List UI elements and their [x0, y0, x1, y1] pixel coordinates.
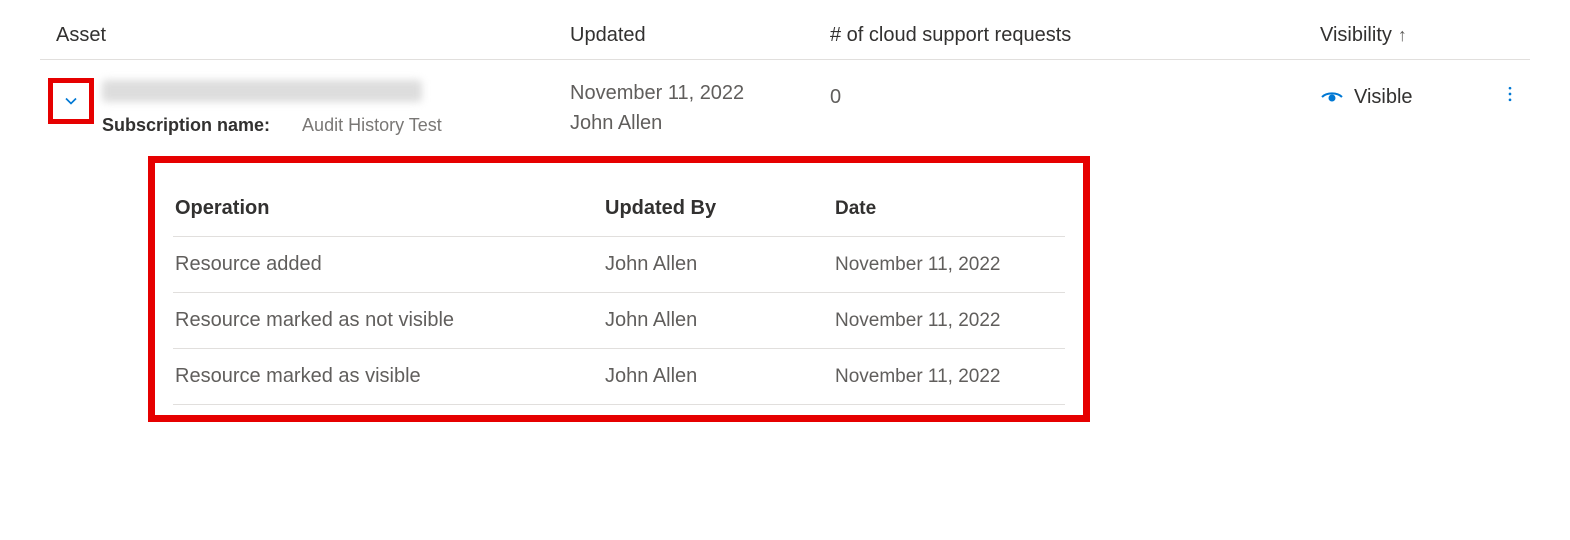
header-asset[interactable]: Asset [40, 24, 570, 47]
visibility-icon [1320, 85, 1344, 109]
history-header-operation: Operation [175, 197, 605, 220]
header-updated[interactable]: Updated [570, 24, 830, 47]
history-operation: Resource marked as not visible [175, 309, 605, 332]
cell-asset: Subscription name: Audit History Test [94, 74, 570, 136]
header-visibility-label: Visibility [1320, 24, 1392, 47]
history-row: Resource marked as not visible John Alle… [173, 293, 1065, 349]
cell-csr: 0 [830, 74, 1320, 109]
chevron-down-icon [61, 91, 81, 111]
sort-ascending-icon: ↑ [1398, 25, 1407, 46]
cell-visibility: Visible [1320, 74, 1530, 110]
updated-by: John Allen [570, 108, 830, 138]
history-by: John Allen [605, 365, 835, 388]
history-operation: Resource marked as visible [175, 365, 605, 388]
history-header-date: Date [835, 198, 1063, 220]
table-row: Subscription name: Audit History Test No… [40, 60, 1530, 138]
subscription-name-value: Audit History Test [302, 115, 442, 135]
asset-id-redacted [102, 80, 422, 102]
history-header-updated-by: Updated By [605, 197, 835, 220]
history-date: November 11, 2022 [835, 310, 1063, 332]
header-csr[interactable]: # of cloud support requests [830, 24, 1320, 47]
header-visibility[interactable]: Visibility ↑ [1320, 24, 1530, 47]
history-by: John Allen [605, 253, 835, 276]
history-operation: Resource added [175, 253, 605, 276]
subscription-name-label: Subscription name: [102, 115, 270, 135]
more-vertical-icon [1500, 84, 1520, 104]
cell-updated: November 11, 2022 John Allen [570, 74, 830, 138]
expand-row-toggle[interactable] [48, 78, 94, 124]
visibility-label: Visible [1354, 86, 1413, 109]
history-date: November 11, 2022 [835, 366, 1063, 388]
row-more-actions[interactable] [1500, 84, 1520, 110]
history-row: Resource added John Allen November 11, 2… [173, 237, 1065, 293]
audit-history-panel: Operation Updated By Date Resource added… [148, 156, 1090, 422]
history-by: John Allen [605, 309, 835, 332]
csr-count: 0 [830, 86, 841, 108]
history-header-row: Operation Updated By Date [173, 181, 1065, 237]
updated-date: November 11, 2022 [570, 78, 830, 108]
history-date: November 11, 2022 [835, 254, 1063, 276]
table-header-row: Asset Updated # of cloud support request… [40, 24, 1530, 60]
history-row: Resource marked as visible John Allen No… [173, 349, 1065, 405]
